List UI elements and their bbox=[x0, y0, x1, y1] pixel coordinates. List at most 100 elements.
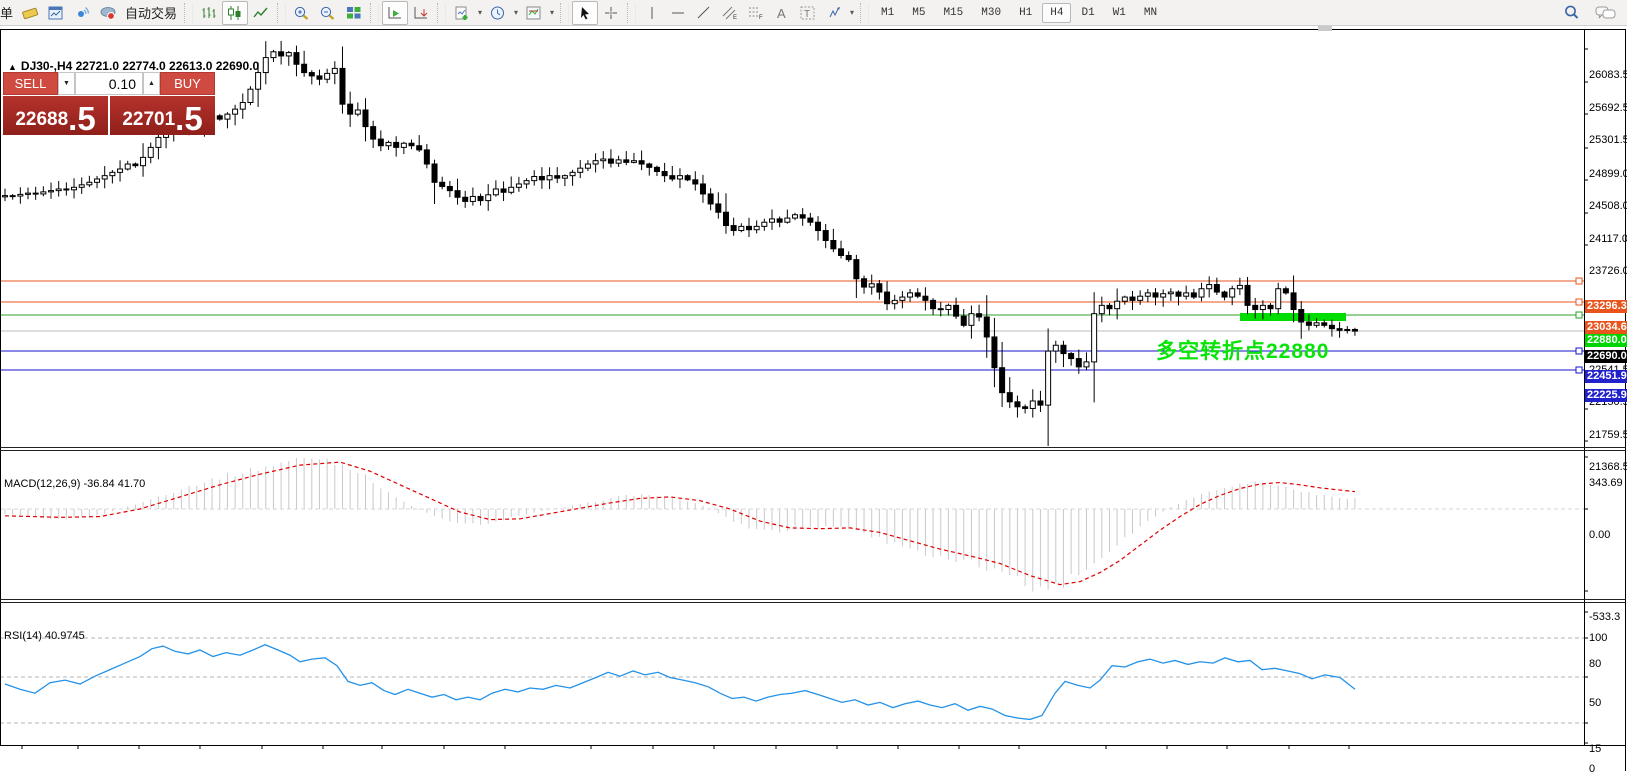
splitter-handle[interactable] bbox=[1318, 26, 1332, 31]
rsi-indicator-label: RSI(14) 40.9745 bbox=[4, 630, 85, 642]
volume-increase-button[interactable]: ▲ bbox=[143, 72, 160, 95]
new-order-button[interactable] bbox=[17, 1, 43, 25]
macd-axis-label: -533.3 bbox=[1589, 611, 1620, 623]
price-axis-label: 21368.5 bbox=[1589, 461, 1627, 473]
mt4-window: { "toolbar": { "clipped_left_char": "单",… bbox=[0, 0, 1627, 772]
macd-axis-label: 343.69 bbox=[1589, 477, 1623, 489]
horizontal-line-button[interactable] bbox=[665, 1, 691, 25]
timeframe-M1[interactable]: M1 bbox=[873, 3, 902, 23]
line-chart-button[interactable] bbox=[248, 1, 274, 25]
price-tag[interactable]: 22690.0 bbox=[1585, 350, 1627, 363]
timeframe-group: M1M5M15M30H1H4D1W1MN bbox=[872, 3, 1166, 23]
trendline-button[interactable] bbox=[691, 1, 717, 25]
market-watch-icon bbox=[47, 5, 65, 21]
arrows-dropdown-caret[interactable]: ▾ bbox=[847, 2, 857, 24]
chart-title: ▲DJ30-,H4 22721.0 22774.0 22613.0 22690.… bbox=[8, 59, 259, 73]
autotrading-label[interactable]: 自动交易 bbox=[125, 3, 177, 22]
price-tag[interactable]: 22451.9 bbox=[1585, 370, 1627, 383]
timeframe-D1[interactable]: D1 bbox=[1073, 3, 1102, 23]
chart-canvas[interactable] bbox=[0, 26, 1627, 772]
highlight-bar bbox=[1240, 313, 1346, 321]
timeframe-M5[interactable]: M5 bbox=[904, 3, 933, 23]
arrows-button[interactable] bbox=[821, 1, 847, 25]
autotrading-button[interactable] bbox=[95, 1, 121, 25]
chart-area[interactable]: ▲DJ30-,H4 22721.0 22774.0 22613.0 22690.… bbox=[0, 26, 1627, 772]
buy-price-main: 22701 bbox=[122, 105, 175, 135]
rsi-axis-label: 100 bbox=[1589, 632, 1607, 644]
templates-dropdown-caret[interactable]: ▾ bbox=[547, 2, 557, 24]
signals-button[interactable] bbox=[69, 1, 95, 25]
svg-text:A: A bbox=[777, 6, 786, 21]
equidistant-channel-icon: E bbox=[721, 5, 739, 21]
buy-price-button[interactable]: 22701.5 bbox=[110, 96, 215, 135]
market-watch-button[interactable] bbox=[43, 1, 69, 25]
volume-decrease-button[interactable]: ▼ bbox=[58, 72, 75, 95]
svg-text:T: T bbox=[804, 9, 810, 20]
svg-text:E: E bbox=[733, 15, 737, 21]
equidistant-channel-button[interactable]: E bbox=[717, 1, 743, 25]
sell-price-frac: .5 bbox=[68, 102, 96, 135]
autotrading-icon bbox=[99, 5, 117, 21]
bar-chart-button[interactable] bbox=[196, 1, 222, 25]
search-button[interactable] bbox=[1559, 1, 1585, 25]
collapse-panel-icon[interactable]: ▲ bbox=[8, 62, 17, 72]
crosshair-button[interactable] bbox=[598, 1, 624, 25]
indicators-button[interactable] bbox=[449, 1, 475, 25]
tile-windows-button[interactable] bbox=[341, 1, 367, 25]
chat-button[interactable] bbox=[1593, 1, 1619, 25]
rsi-axis-label: 80 bbox=[1589, 658, 1601, 670]
periods-button[interactable] bbox=[485, 1, 511, 25]
zoom-out-button[interactable] bbox=[315, 1, 341, 25]
text-a-icon: A bbox=[774, 5, 790, 21]
macd-indicator-label: MACD(12,26,9) -36.84 41.70 bbox=[4, 478, 145, 490]
indicators-dropdown-caret[interactable]: ▾ bbox=[475, 2, 485, 24]
price-tag[interactable]: 22225.9 bbox=[1585, 389, 1627, 402]
timeframe-W1[interactable]: W1 bbox=[1105, 3, 1134, 23]
price-axis-label: 21759.5 bbox=[1589, 429, 1627, 441]
main-toolbar: 单 自动交易 ▾ ▾ ▾ E F A T ▾ M1M5M15M30H1H4D1W… bbox=[0, 0, 1627, 26]
cursor-button[interactable] bbox=[572, 1, 598, 25]
vertical-line-button[interactable] bbox=[639, 1, 665, 25]
vertical-line-icon bbox=[644, 5, 660, 21]
price-tag[interactable]: 23034.6 bbox=[1585, 321, 1627, 334]
signals-icon bbox=[73, 5, 91, 21]
toolbar-separator bbox=[277, 3, 286, 23]
timeframe-MN[interactable]: MN bbox=[1136, 3, 1165, 23]
zoom-in-button[interactable] bbox=[289, 1, 315, 25]
timeframe-H4[interactable]: H4 bbox=[1042, 3, 1071, 23]
bar-chart-icon bbox=[200, 5, 218, 21]
candlestick-chart-icon bbox=[226, 5, 244, 21]
chat-bubbles-icon bbox=[1595, 4, 1617, 21]
sell-price-main: 22688 bbox=[15, 105, 68, 135]
trendline-icon bbox=[696, 5, 712, 21]
price-axis-label: 23726.0 bbox=[1589, 265, 1627, 277]
chart-shift-button[interactable] bbox=[408, 1, 434, 25]
auto-scroll-button[interactable] bbox=[382, 1, 408, 25]
toolbar-separator bbox=[560, 3, 569, 23]
candlestick-chart-button[interactable] bbox=[222, 1, 248, 25]
price-axis-label: 24899.0 bbox=[1589, 168, 1627, 180]
svg-text:F: F bbox=[759, 15, 763, 21]
chart-shift-icon bbox=[412, 5, 430, 21]
timeframe-H1[interactable]: H1 bbox=[1011, 3, 1040, 23]
auto-scroll-icon bbox=[386, 5, 404, 21]
sell-price-button[interactable]: 22688.5 bbox=[3, 96, 108, 135]
price-axis-label: 26083.5 bbox=[1589, 69, 1627, 81]
buy-button[interactable]: BUY bbox=[160, 72, 215, 95]
one-click-trading-panel: SELL ▼ ▲ BUY 22688.5 22701.5 bbox=[3, 72, 215, 135]
rsi-axis-label: 15 bbox=[1589, 743, 1601, 755]
volume-input[interactable] bbox=[75, 72, 143, 95]
sell-button[interactable]: SELL bbox=[3, 72, 58, 95]
text-label-button[interactable]: T bbox=[795, 1, 821, 25]
toolbar-separator bbox=[437, 3, 446, 23]
timeframe-M15[interactable]: M15 bbox=[935, 3, 971, 23]
periods-dropdown-caret[interactable]: ▾ bbox=[511, 2, 521, 24]
fibonacci-button[interactable]: F bbox=[743, 1, 769, 25]
price-tag[interactable]: 22880.0 bbox=[1585, 334, 1627, 347]
clipped-menu-text: 单 bbox=[0, 3, 13, 22]
price-tag[interactable]: 23296.3 bbox=[1585, 300, 1627, 313]
timeframe-M30[interactable]: M30 bbox=[973, 3, 1009, 23]
templates-button[interactable] bbox=[521, 1, 547, 25]
cursor-icon bbox=[577, 5, 593, 21]
text-button[interactable]: A bbox=[769, 1, 795, 25]
